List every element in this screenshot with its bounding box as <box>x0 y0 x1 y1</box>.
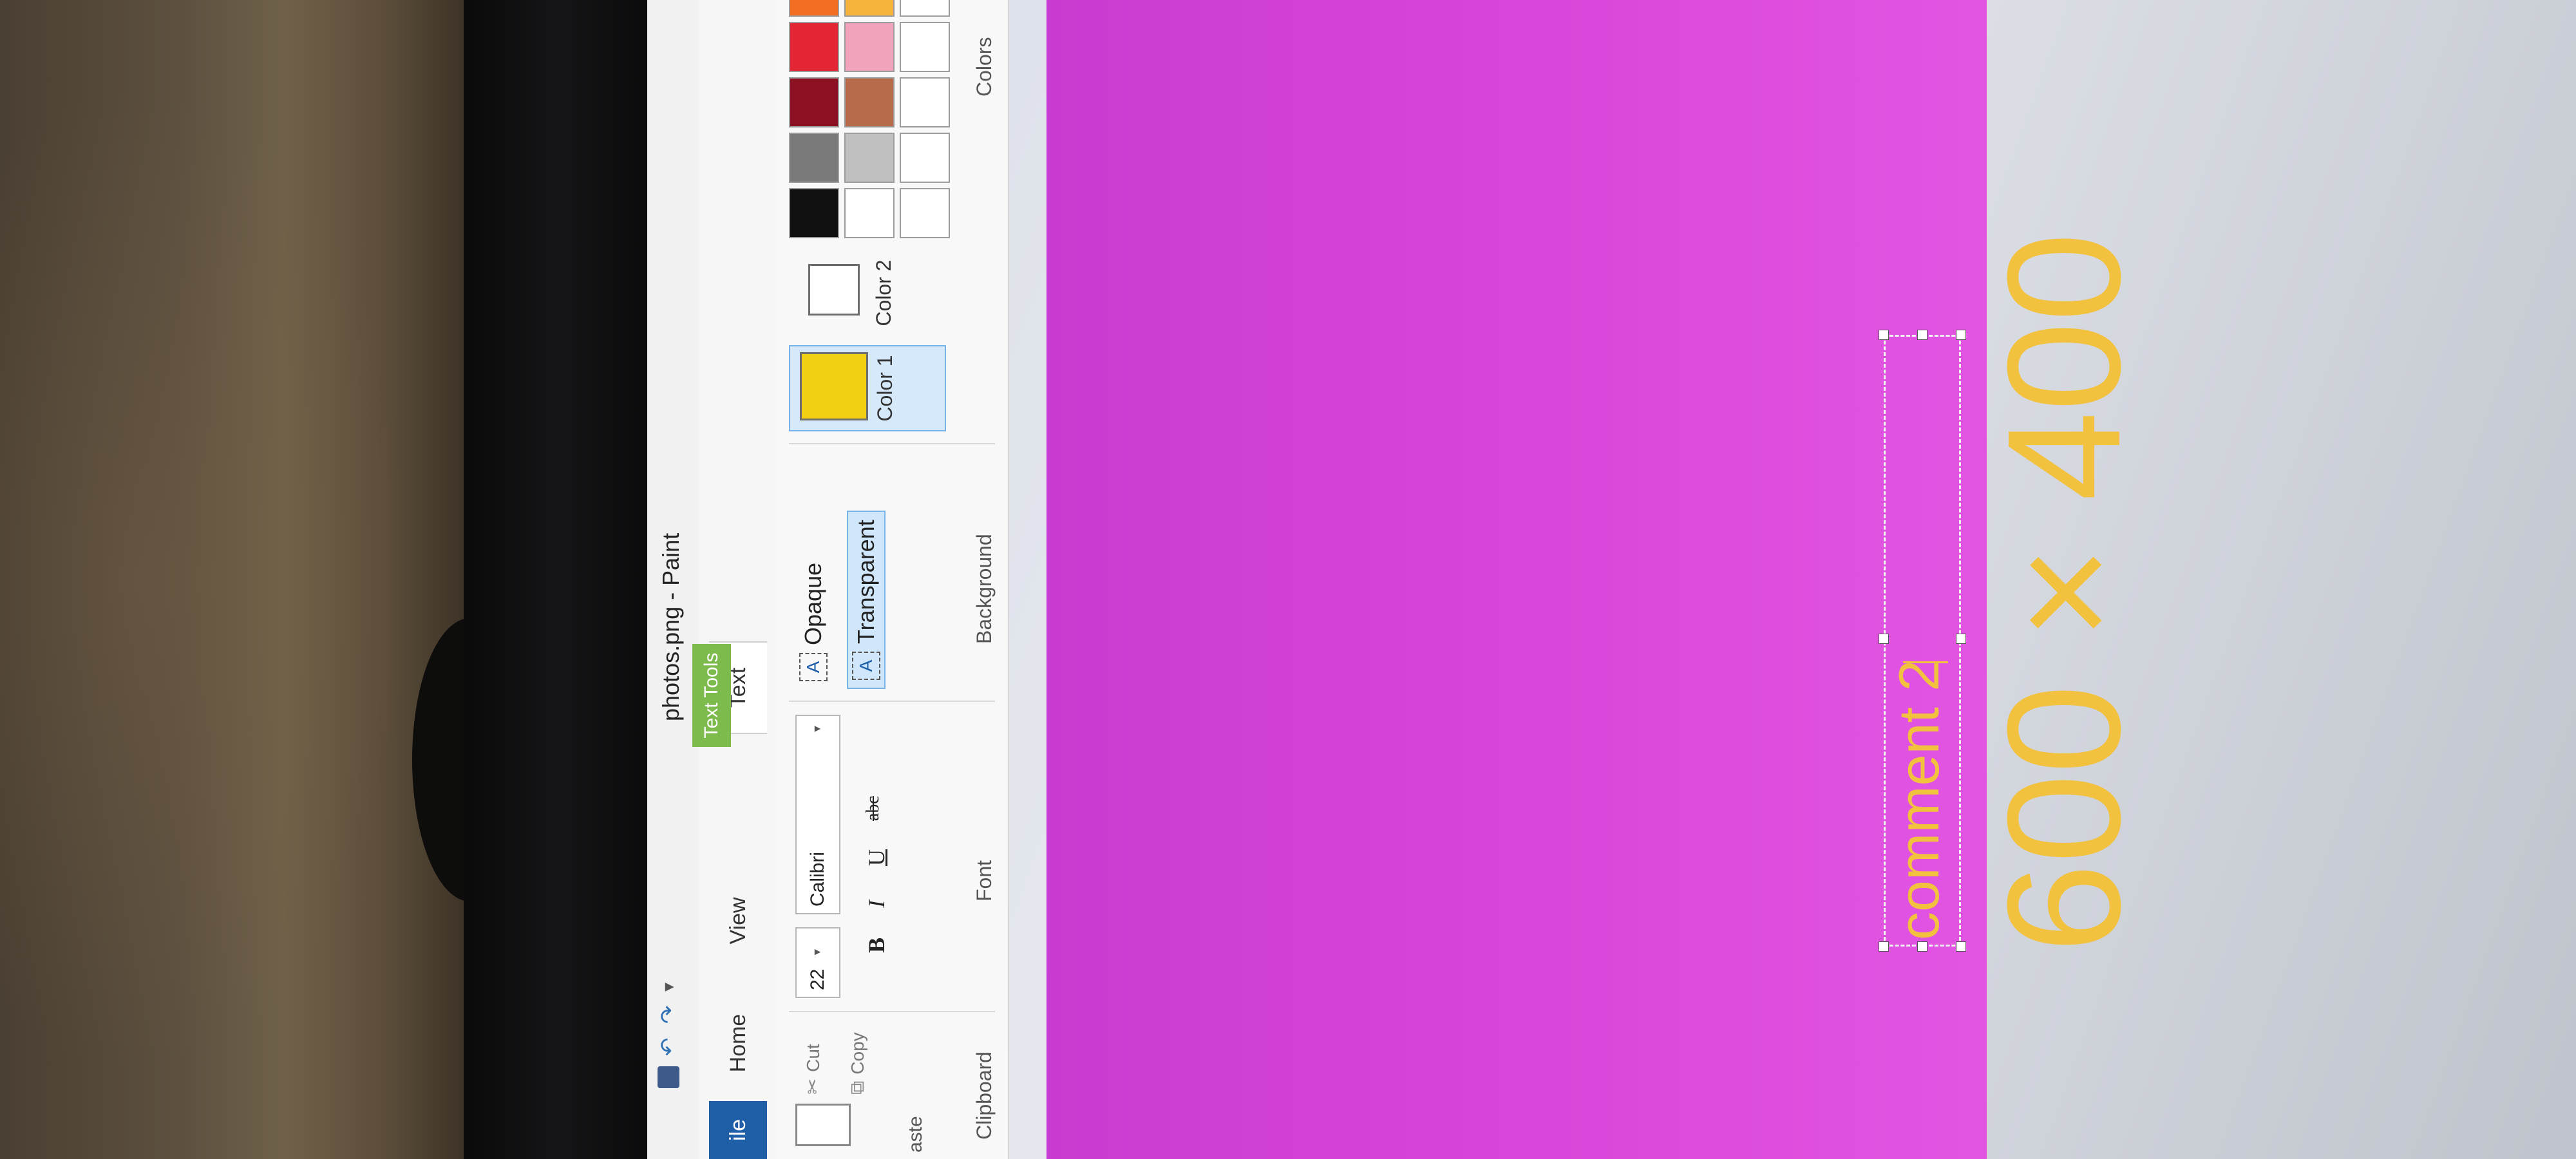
resize-handle[interactable] <box>1956 941 1966 952</box>
palette-swatch[interactable] <box>844 188 895 238</box>
title-bar: ↶ ↷ ▾ photos.png - Paint <box>647 0 699 1159</box>
colors-group-label: Colors <box>972 37 996 97</box>
italic-button[interactable]: I <box>863 900 890 908</box>
color1-swatch <box>800 352 868 420</box>
font-size-select[interactable]: 22 ▼ <box>795 927 840 998</box>
paint-window: ↶ ↷ ▾ photos.png - Paint ile Home View T… <box>647 0 2154 1159</box>
palette-swatch[interactable] <box>789 188 839 238</box>
text-transparent-icon: A <box>852 652 880 680</box>
group-divider <box>789 701 995 702</box>
resize-handle[interactable] <box>1956 330 1966 340</box>
cut-label: Cut <box>802 1044 823 1072</box>
ribbon-tabs: ile Home View Text <box>699 0 776 1159</box>
window-title: photos.png - Paint <box>658 532 684 721</box>
comment-text: comment 2 <box>1887 659 1951 940</box>
group-divider <box>789 443 995 444</box>
font-size-value: 22 <box>807 968 828 990</box>
palette-swatch[interactable] <box>900 188 950 238</box>
paste-button-label[interactable]: aste <box>905 1116 927 1153</box>
palette-swatch[interactable] <box>789 0 839 17</box>
group-divider <box>789 1011 995 1012</box>
color-palette <box>789 0 951 238</box>
palette-swatch[interactable] <box>844 77 895 127</box>
resize-handle[interactable] <box>1917 941 1927 952</box>
clipboard-group-label: Clipboard <box>972 1051 996 1140</box>
drawing-canvas[interactable]: comment 2 600 × 400 <box>1046 0 2154 1159</box>
customize-toolbar-icon[interactable]: ▾ <box>658 970 679 992</box>
palette-swatch[interactable] <box>900 0 950 17</box>
resize-handle[interactable] <box>1956 634 1966 644</box>
resize-handle[interactable] <box>1917 330 1927 340</box>
color2-button[interactable]: Color 2 <box>789 251 943 335</box>
copy-button[interactable]: ⧉ Copy <box>847 1032 869 1095</box>
scissors-icon: ✂ <box>802 1078 824 1095</box>
color1-label: Color 1 <box>873 355 896 422</box>
font-family-value: Calibri <box>807 851 828 907</box>
color2-swatch <box>808 264 860 316</box>
color2-label: Color 2 <box>872 259 895 326</box>
dimension-text: 600 × 400 <box>1974 232 2154 953</box>
copy-label: Copy <box>848 1032 867 1075</box>
bold-button[interactable]: B <box>863 938 890 953</box>
underline-button[interactable]: U <box>863 849 890 866</box>
background-group-label: Background <box>972 534 996 644</box>
chevron-down-icon: ▼ <box>812 947 823 957</box>
redo-icon[interactable]: ↷ <box>656 1002 681 1024</box>
cut-button[interactable]: ✂ Cut <box>802 1044 824 1095</box>
palette-swatch[interactable] <box>789 77 839 127</box>
palette-swatch[interactable] <box>844 0 895 17</box>
resize-handle[interactable] <box>1879 330 1889 340</box>
transparent-option[interactable]: A Transparent <box>847 511 886 689</box>
monitor-bezel <box>464 0 650 1159</box>
tab-view[interactable]: View <box>709 876 767 966</box>
wall-background <box>0 0 464 1159</box>
palette-swatch[interactable] <box>844 133 895 183</box>
chevron-down-icon: ▼ <box>812 724 823 734</box>
save-icon[interactable] <box>658 1066 679 1088</box>
quick-access-toolbar: ↶ ↷ ▾ <box>656 970 681 1088</box>
text-caret <box>1903 661 1948 663</box>
transparent-label: Transparent <box>853 520 879 644</box>
font-group-label: Font <box>972 860 996 901</box>
text-tools-contextual-tab: Text Tools <box>692 644 731 747</box>
font-family-select[interactable]: Calibri ▼ <box>795 715 840 914</box>
opaque-option[interactable]: A Opaque <box>795 555 831 689</box>
text-opaque-icon: A <box>799 653 828 681</box>
resize-handle[interactable] <box>1879 634 1889 644</box>
tab-home[interactable]: Home <box>709 998 767 1088</box>
copy-icon: ⧉ <box>847 1080 868 1095</box>
palette-swatch[interactable] <box>844 22 895 72</box>
opaque-label: Opaque <box>800 562 826 645</box>
palette-swatch[interactable] <box>900 22 950 72</box>
palette-swatch[interactable] <box>789 22 839 72</box>
palette-swatch[interactable] <box>900 133 950 183</box>
palette-swatch[interactable] <box>789 133 839 183</box>
paste-icon[interactable] <box>795 1104 851 1146</box>
strikethrough-button[interactable]: abc <box>863 796 884 821</box>
ribbon: aste ✂ Cut ⧉ Copy Clipboard 22 ▼ Calibri… <box>776 0 1009 1159</box>
monitor-screen: ↶ ↷ ▾ photos.png - Paint ile Home View T… <box>647 0 2154 1159</box>
undo-icon[interactable]: ↶ <box>656 1034 681 1057</box>
color1-button[interactable]: Color 1 <box>789 345 946 431</box>
resize-handle[interactable] <box>1879 941 1889 952</box>
palette-swatch[interactable] <box>900 77 950 127</box>
tab-file[interactable]: ile <box>709 1101 767 1159</box>
